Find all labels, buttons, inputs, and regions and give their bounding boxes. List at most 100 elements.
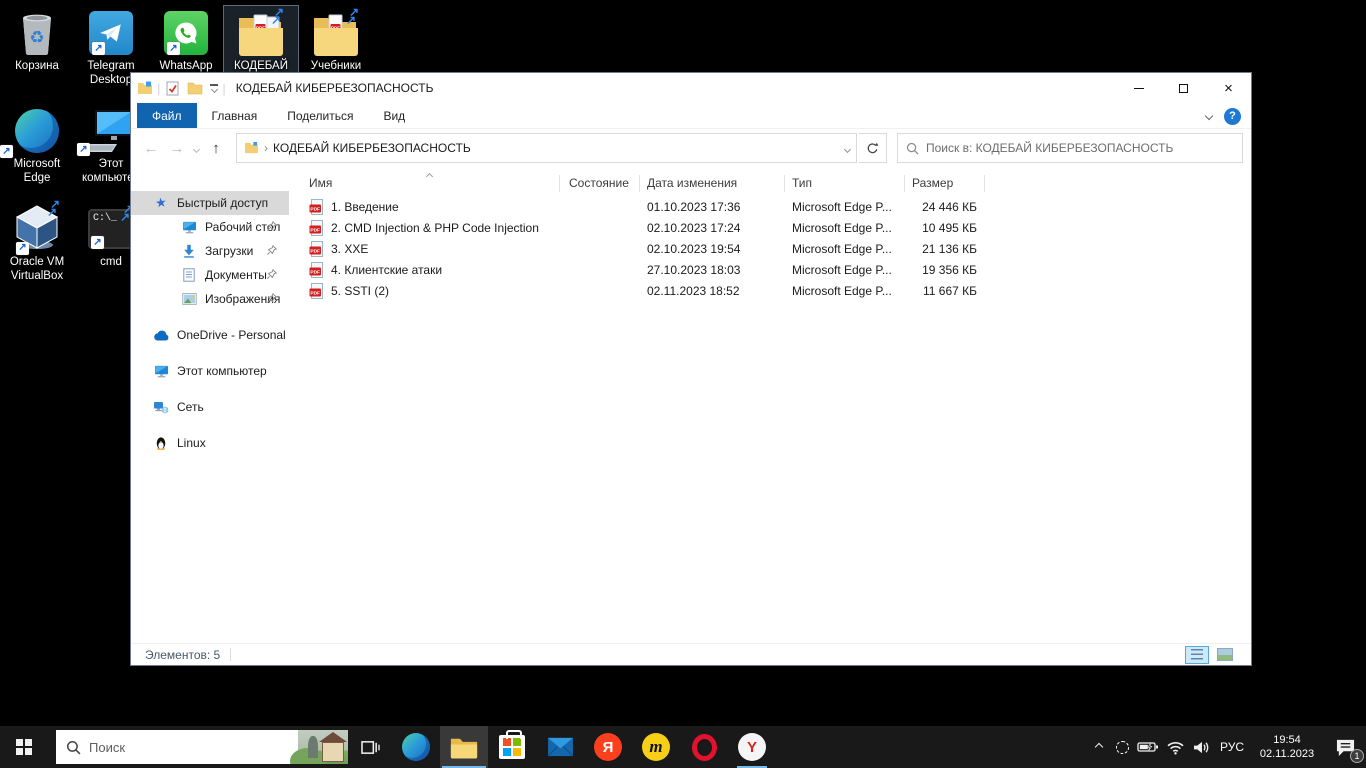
- file-size: 10 495 КБ: [889, 221, 977, 235]
- start-button[interactable]: [0, 726, 48, 768]
- file-row[interactable]: PDF 4. Клиентские атаки 27.10.2023 18:03…: [289, 260, 1251, 281]
- task-view-button[interactable]: [348, 726, 392, 768]
- file-modified: 02.10.2023 19:54: [647, 242, 740, 256]
- refresh-button[interactable]: [859, 133, 887, 163]
- column-header-size[interactable]: Размер: [912, 176, 953, 190]
- svg-text:PDF: PDF: [310, 291, 320, 297]
- file-row[interactable]: PDF 5. SSTI (2) 02.11.2023 18:52 Microso…: [289, 281, 1251, 302]
- taskbar-search-box[interactable]: [56, 730, 348, 764]
- sidebar-item-network[interactable]: Сеть: [131, 395, 289, 419]
- column-header-modified[interactable]: Дата изменения: [647, 176, 737, 190]
- large-icons-view-button[interactable]: [1213, 646, 1237, 664]
- sidebar-item-linux[interactable]: Linux: [131, 431, 289, 455]
- language-indicator[interactable]: РУС: [1214, 726, 1250, 768]
- explorer-search-box[interactable]: [897, 133, 1243, 163]
- new-folder-button[interactable]: [187, 80, 203, 96]
- shortcut-arrow-icon: ↗: [16, 242, 29, 255]
- desktop-icon-label: Oracle VM VirtualBox: [0, 256, 74, 283]
- recent-locations-button[interactable]: [191, 141, 202, 155]
- taskbar-yandex-icon[interactable]: Я: [584, 726, 632, 768]
- tab-home[interactable]: Главная: [197, 103, 273, 128]
- tab-view[interactable]: Вид: [368, 103, 420, 128]
- file-row[interactable]: PDF 2. CMD Injection & PHP Code Injectio…: [289, 218, 1251, 239]
- forward-button[interactable]: →: [165, 140, 189, 157]
- pin-icon[interactable]: [267, 292, 277, 306]
- action-center-button[interactable]: 1: [1324, 726, 1366, 768]
- taskbar: Я m Y РУС 19:54 02.11.2023: [0, 726, 1366, 768]
- file-name: 5. SSTI (2): [331, 284, 389, 298]
- pin-icon[interactable]: [267, 220, 277, 234]
- sidebar-item-pictures[interactable]: Изображения: [131, 287, 289, 311]
- taskbar-opera-icon[interactable]: [680, 726, 728, 768]
- address-dropdown-button[interactable]: [845, 141, 850, 155]
- quick-access-star-icon: ★: [152, 194, 170, 212]
- maximize-button[interactable]: [1161, 73, 1206, 103]
- desktop-icon-edge[interactable]: ↗ Microsoft Edge: [0, 104, 74, 187]
- microsoft-store-icon: [499, 735, 525, 759]
- network-icon: [153, 399, 169, 415]
- details-view-button[interactable]: [1185, 646, 1209, 664]
- taskbar-file-explorer-icon[interactable]: [440, 726, 488, 768]
- desktop-icon-kodebay[interactable]: PDF ↗↗ КОДЕБАЙ: [224, 6, 298, 76]
- window-controls: ×: [1116, 73, 1251, 103]
- pictures-icon: [181, 291, 197, 307]
- desktop-icon-uchebniki[interactable]: PDF ↗↗ Учебники: [299, 6, 373, 76]
- sort-ascending-icon: [427, 168, 432, 182]
- minimize-button[interactable]: [1116, 73, 1161, 103]
- desktop-icon-recycle-bin[interactable]: ♻ Корзина: [0, 6, 74, 76]
- pin-icon[interactable]: [267, 268, 277, 282]
- sidebar-item-downloads[interactable]: Загрузки: [131, 239, 289, 263]
- volume-icon[interactable]: [1188, 726, 1214, 768]
- taskbar-edge-icon[interactable]: [392, 726, 440, 768]
- notification-count-badge: 1: [1350, 749, 1364, 763]
- file-type: Microsoft Edge P...: [792, 242, 892, 256]
- folder-pdf-icon: PDF ↗↗: [224, 8, 298, 58]
- wifi-icon[interactable]: [1162, 726, 1188, 768]
- taskbar-m-yellow-app-icon[interactable]: m: [632, 726, 680, 768]
- tab-share[interactable]: Поделиться: [272, 103, 368, 128]
- column-header-state[interactable]: Состояние: [569, 176, 629, 190]
- svg-text:PDF: PDF: [310, 249, 320, 255]
- folder-icon: [450, 736, 478, 759]
- back-button[interactable]: ←: [139, 140, 163, 157]
- tab-file[interactable]: Файл: [137, 103, 197, 128]
- sidebar-item-onedrive[interactable]: OneDrive - Personal: [131, 323, 289, 347]
- system-tray: РУС 19:54 02.11.2023 1: [1088, 726, 1366, 768]
- sidebar-item-documents[interactable]: Документы: [131, 263, 289, 287]
- up-button[interactable]: ↑: [204, 140, 228, 157]
- address-bar[interactable]: › КОДЕБАЙ КИБЕРБЕЗОПАСНОСТЬ: [236, 133, 857, 163]
- battery-icon[interactable]: [1134, 726, 1162, 768]
- desktop-icon-virtualbox[interactable]: ↗↗ ↗ Oracle VM VirtualBox: [0, 202, 74, 285]
- close-button[interactable]: ×: [1206, 73, 1251, 103]
- shortcut-arrow-icon: ↗: [91, 236, 104, 249]
- pdf-file-icon: PDF: [309, 241, 324, 260]
- linux-penguin-icon: [153, 435, 169, 451]
- folder-pdf-icon: PDF ↗↗: [299, 8, 373, 58]
- explorer-search-input[interactable]: [926, 141, 1234, 155]
- file-name: 4. Клиентские атаки: [331, 263, 442, 277]
- pin-icon[interactable]: [267, 244, 277, 258]
- column-header-type[interactable]: Тип: [792, 176, 812, 190]
- column-header-name[interactable]: Имя: [309, 176, 332, 190]
- pdf-file-icon: PDF: [309, 262, 324, 281]
- customize-qat-button[interactable]: [210, 84, 218, 91]
- tray-expand-button[interactable]: [1088, 726, 1110, 768]
- desktop-icon-whatsapp[interactable]: ↗ WhatsApp: [149, 6, 223, 76]
- column-headers: Имя Состояние Дата изменения Тип Размер: [289, 171, 1251, 197]
- sidebar-item-desktop[interactable]: Рабочий стол: [131, 215, 289, 239]
- clock[interactable]: 19:54 02.11.2023: [1250, 726, 1324, 768]
- help-button[interactable]: ?: [1224, 108, 1241, 125]
- navigation-pane: ★ Быстрый доступ Рабочий стол Загрузки: [131, 167, 289, 643]
- taskbar-yandex-browser-icon[interactable]: Y: [728, 726, 776, 768]
- taskbar-mail-icon[interactable]: [536, 726, 584, 768]
- sidebar-item-quick-access[interactable]: ★ Быстрый доступ: [131, 191, 289, 215]
- expand-ribbon-button[interactable]: [1205, 112, 1213, 120]
- pdf-file-icon: PDF: [309, 220, 324, 239]
- shortcut-arrow-icon: ↗: [167, 42, 180, 55]
- sidebar-item-this-pc[interactable]: Этот компьютер: [131, 359, 289, 383]
- tray-app-icon[interactable]: [1110, 726, 1134, 768]
- taskbar-store-icon[interactable]: [488, 726, 536, 768]
- file-row[interactable]: PDF 1. Введение 01.10.2023 17:36 Microso…: [289, 197, 1251, 218]
- file-row[interactable]: PDF 3. XXE 02.10.2023 19:54 Microsoft Ed…: [289, 239, 1251, 260]
- properties-button[interactable]: [164, 80, 180, 96]
